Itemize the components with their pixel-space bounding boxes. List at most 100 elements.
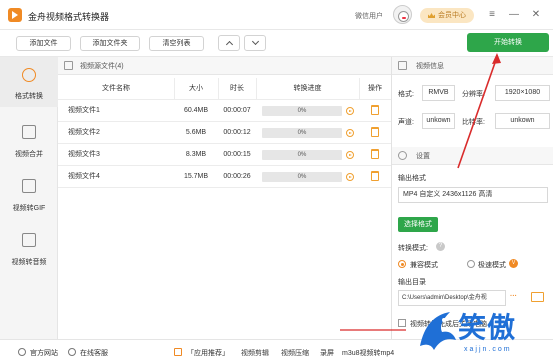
gear-icon	[398, 151, 407, 160]
format-value: RMVB	[422, 85, 455, 101]
info-icon	[398, 61, 407, 70]
file-name: 视频文件2	[68, 129, 100, 136]
clear-list-button[interactable]: 清空列表	[149, 36, 204, 51]
watermark: 笑傲 xajjn.com	[414, 300, 553, 364]
sidebar-item-label: 视频合并	[15, 151, 43, 158]
column-header: 文件名称	[102, 85, 130, 92]
file-size: 15.7MB	[183, 173, 209, 180]
bitrate-value: unkown	[495, 113, 550, 129]
avatar[interactable]	[393, 5, 412, 24]
progress-bar: 0%	[262, 106, 342, 116]
title-bar: 金舟视频格式转换器 微信用户 会员中心 ≡ — ✕	[0, 0, 553, 30]
progress-bar: 0%	[262, 128, 342, 138]
file-panel-header: 视频源文件(4)	[58, 57, 391, 75]
m3u8-convert-link[interactable]: m3u8视频转mp4	[342, 348, 394, 358]
add-file-button[interactable]: 添加文件	[16, 36, 71, 51]
column-header: 转换进度	[293, 85, 322, 92]
file-name: 视频文件3	[68, 151, 100, 158]
format-label: 格式:	[398, 91, 414, 98]
progress-text: 0%	[297, 108, 307, 114]
file-size: 8.3MB	[185, 151, 207, 158]
trash-icon[interactable]	[371, 171, 379, 181]
table-header: 文件名称 大小 时长 转换进度 操作	[58, 78, 391, 100]
sidebar-item-audio[interactable]: 视频转音频	[0, 231, 58, 281]
file-duration: 00:00:07	[223, 107, 251, 114]
move-up-button[interactable]	[218, 35, 240, 51]
vip-badge-icon: V	[509, 259, 518, 268]
file-size: 60.4MB	[183, 107, 209, 114]
close-icon[interactable]: ✕	[530, 9, 542, 21]
member-center-button[interactable]: 会员中心	[420, 8, 474, 23]
gif-icon	[22, 179, 36, 193]
progress-text: 0%	[297, 174, 307, 180]
file-panel-title: 视频源文件(4)	[80, 63, 124, 70]
film-icon	[64, 61, 73, 70]
video-compress-link[interactable]: 视频压缩	[281, 348, 309, 358]
channel-label: 声道:	[398, 119, 414, 126]
chevron-up-icon	[225, 40, 234, 49]
headset-icon	[68, 348, 76, 356]
member-center-label: 会员中心	[438, 12, 466, 19]
move-down-button[interactable]	[244, 35, 266, 51]
settings-header: 设置	[392, 147, 553, 165]
video-edit-link[interactable]: 视频剪辑	[241, 348, 269, 358]
app-recommend-link[interactable]: 「应用推荐」	[187, 348, 229, 358]
column-header: 操作	[368, 85, 382, 92]
sidebar-item-gif[interactable]: 视频转GIF	[0, 177, 58, 227]
chevron-down-icon	[251, 37, 260, 46]
play-icon[interactable]	[346, 151, 354, 159]
screen-record-link[interactable]: 录屏	[320, 348, 334, 358]
table-row[interactable]: 视频文件2 5.6MB 00:00:12 0%	[58, 122, 391, 144]
resolution-label: 分辨率:	[462, 91, 485, 98]
table-row[interactable]: 视频文件4 15.7MB 00:00:26 0%	[58, 166, 391, 188]
video-info-header: 视频信息	[392, 57, 553, 75]
file-duration: 00:00:26	[223, 173, 251, 180]
sidebar-item-merge[interactable]: 视频合并	[0, 123, 58, 173]
file-duration: 00:00:15	[223, 151, 251, 158]
table-row[interactable]: 视频文件3 8.3MB 00:00:15 0%	[58, 144, 391, 166]
app-logo-icon	[8, 8, 22, 22]
trash-icon[interactable]	[371, 127, 379, 137]
output-format-field[interactable]: MP4 自定义 2436x1126 高清	[398, 187, 548, 203]
add-folder-button[interactable]: 添加文件夹	[80, 36, 140, 51]
play-icon[interactable]	[346, 107, 354, 115]
speaker-icon	[174, 348, 182, 356]
service-link[interactable]: 在线客服	[80, 348, 108, 358]
file-duration: 00:00:12	[223, 129, 251, 136]
choose-format-button[interactable]: 选择格式	[398, 217, 438, 232]
bitrate-label: 比特率:	[462, 119, 485, 126]
play-icon[interactable]	[346, 173, 354, 181]
sidebar-item-label: 视频转GIF	[12, 205, 46, 212]
sidebar: 格式转换 视频合并 视频转GIF 视频转音频	[0, 57, 58, 339]
mode-compat-label: 兼容模式	[410, 262, 438, 269]
crown-icon	[428, 13, 435, 18]
app-title: 金舟视频格式转换器	[28, 12, 110, 22]
sidebar-item-label: 格式转换	[15, 93, 43, 100]
website-icon	[18, 348, 26, 356]
mode-fast-radio[interactable]	[467, 260, 475, 268]
progress-text: 0%	[297, 130, 307, 136]
mode-compat-radio[interactable]	[398, 260, 406, 268]
sidebar-item-format-convert[interactable]: 格式转换	[0, 57, 58, 107]
sidebar-item-label: 视频转音频	[11, 259, 47, 266]
audio-icon	[22, 233, 36, 247]
merge-icon	[22, 125, 36, 139]
file-name: 视频文件1	[68, 107, 100, 114]
help-icon[interactable]: ?	[436, 242, 445, 251]
browse-button[interactable]: ···	[510, 293, 517, 300]
play-icon[interactable]	[346, 129, 354, 137]
resolution-value: 1920×1080	[495, 85, 550, 101]
menu-icon[interactable]: ≡	[486, 9, 498, 21]
video-info-title: 视频信息	[416, 63, 444, 70]
shutdown-checkbox[interactable]	[398, 319, 406, 327]
trash-icon[interactable]	[371, 105, 379, 115]
watermark-subtext: xajjn.com	[464, 346, 512, 353]
column-header: 时长	[230, 85, 244, 92]
website-link[interactable]: 官方网站	[30, 348, 58, 358]
trash-icon[interactable]	[371, 149, 379, 159]
minimize-icon[interactable]: —	[508, 9, 520, 21]
watermark-text: 笑傲	[458, 311, 517, 344]
user-name[interactable]: 微信用户	[355, 11, 383, 21]
table-row[interactable]: 视频文件1 60.4MB 00:00:07 0%	[58, 100, 391, 122]
start-convert-button[interactable]: 开始转换	[467, 33, 549, 52]
